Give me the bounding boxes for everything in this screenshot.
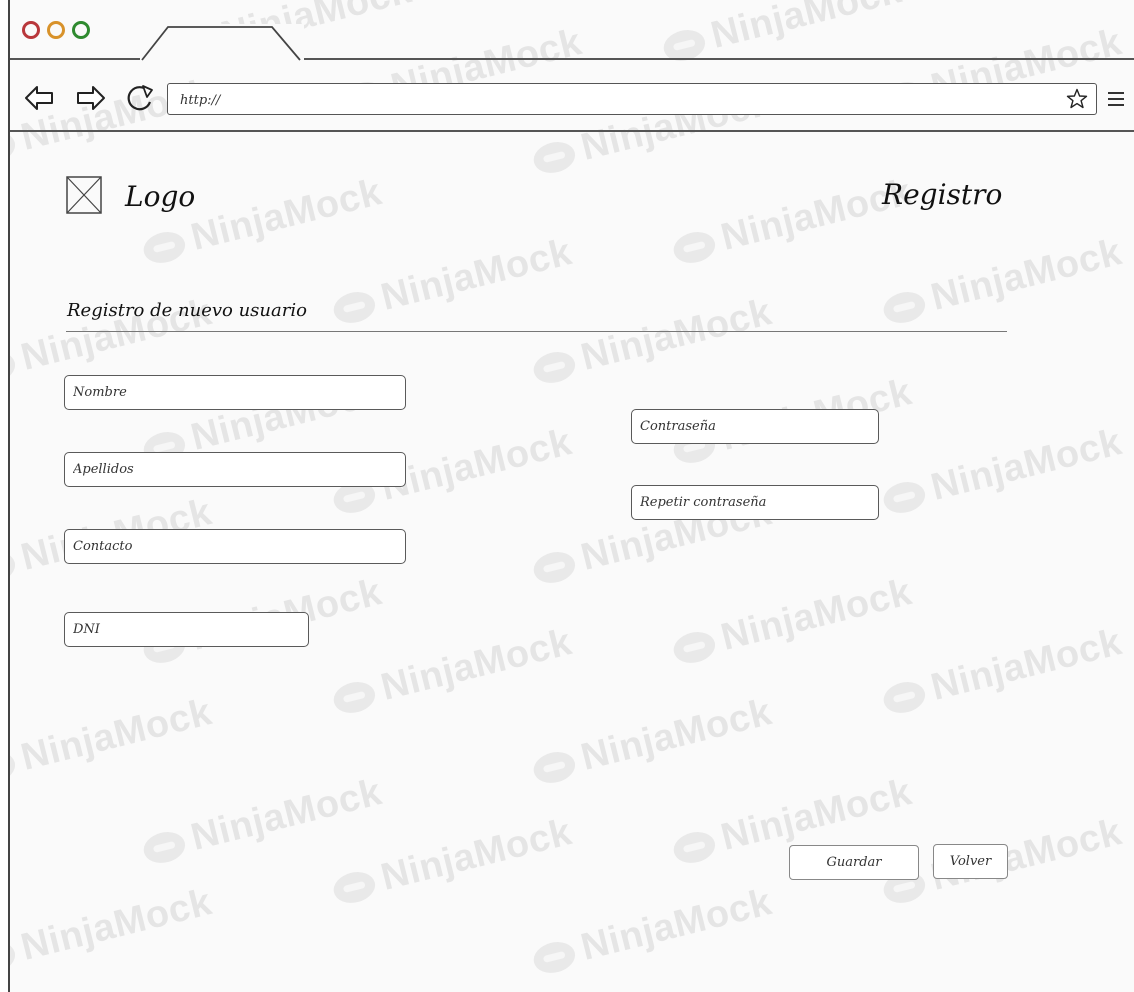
back-arrow-icon[interactable] [24,84,54,112]
browser-toolbar [10,60,1134,132]
volver-button[interactable]: Volver [933,844,1008,879]
browser-tab[interactable] [140,24,304,62]
contacto-field[interactable] [64,529,406,564]
watermark: NinjaMock [528,691,776,792]
watermark: NinjaMock [878,421,1126,522]
contrasena-field[interactable] [631,409,879,444]
repetir-contrasena-input[interactable] [632,486,878,519]
maximize-window-icon[interactable] [72,21,90,39]
watermark: NinjaMock [10,881,216,982]
watermark: NinjaMock [668,171,916,272]
reload-icon[interactable] [123,82,157,114]
apellidos-field[interactable] [64,452,406,487]
url-input[interactable] [178,87,1052,113]
browser-window: NinjaMock NinjaMock NinjaMock NinjaMock … [8,0,1134,992]
watermark: NinjaMock [138,771,386,872]
close-window-icon[interactable] [22,21,40,39]
forward-arrow-icon[interactable] [76,84,106,112]
hamburger-menu-icon[interactable] [1108,92,1124,106]
section-divider [66,331,1007,332]
dni-input[interactable] [65,613,308,646]
watermark: NinjaMock [328,621,576,722]
apellidos-input[interactable] [65,453,405,486]
nombre-input[interactable] [65,376,405,409]
minimize-window-icon[interactable] [47,21,65,39]
guardar-button[interactable]: Guardar [789,845,919,880]
repetir-contrasena-field[interactable] [631,485,879,520]
watermark: NinjaMock [328,231,576,332]
logo-placeholder-icon [66,176,102,214]
browser-titlebar [10,0,1134,62]
bookmark-star-icon[interactable] [1066,88,1088,110]
watermark: NinjaMock [528,881,776,982]
contrasena-input[interactable] [632,410,878,443]
contacto-input[interactable] [65,530,405,563]
logo-label: Logo [125,180,196,213]
watermark: NinjaMock [668,571,916,672]
watermark: NinjaMock [878,231,1126,332]
watermark: NinjaMock [528,291,776,392]
form-section-title: Registro de nuevo usuario [67,300,307,321]
watermark: NinjaMock [10,691,216,792]
watermark: NinjaMock [878,621,1126,722]
dni-field[interactable] [64,612,309,647]
watermark: NinjaMock [328,811,576,912]
nombre-field[interactable] [64,375,406,410]
address-bar[interactable] [167,83,1097,115]
page-title: Registro [882,178,1003,211]
